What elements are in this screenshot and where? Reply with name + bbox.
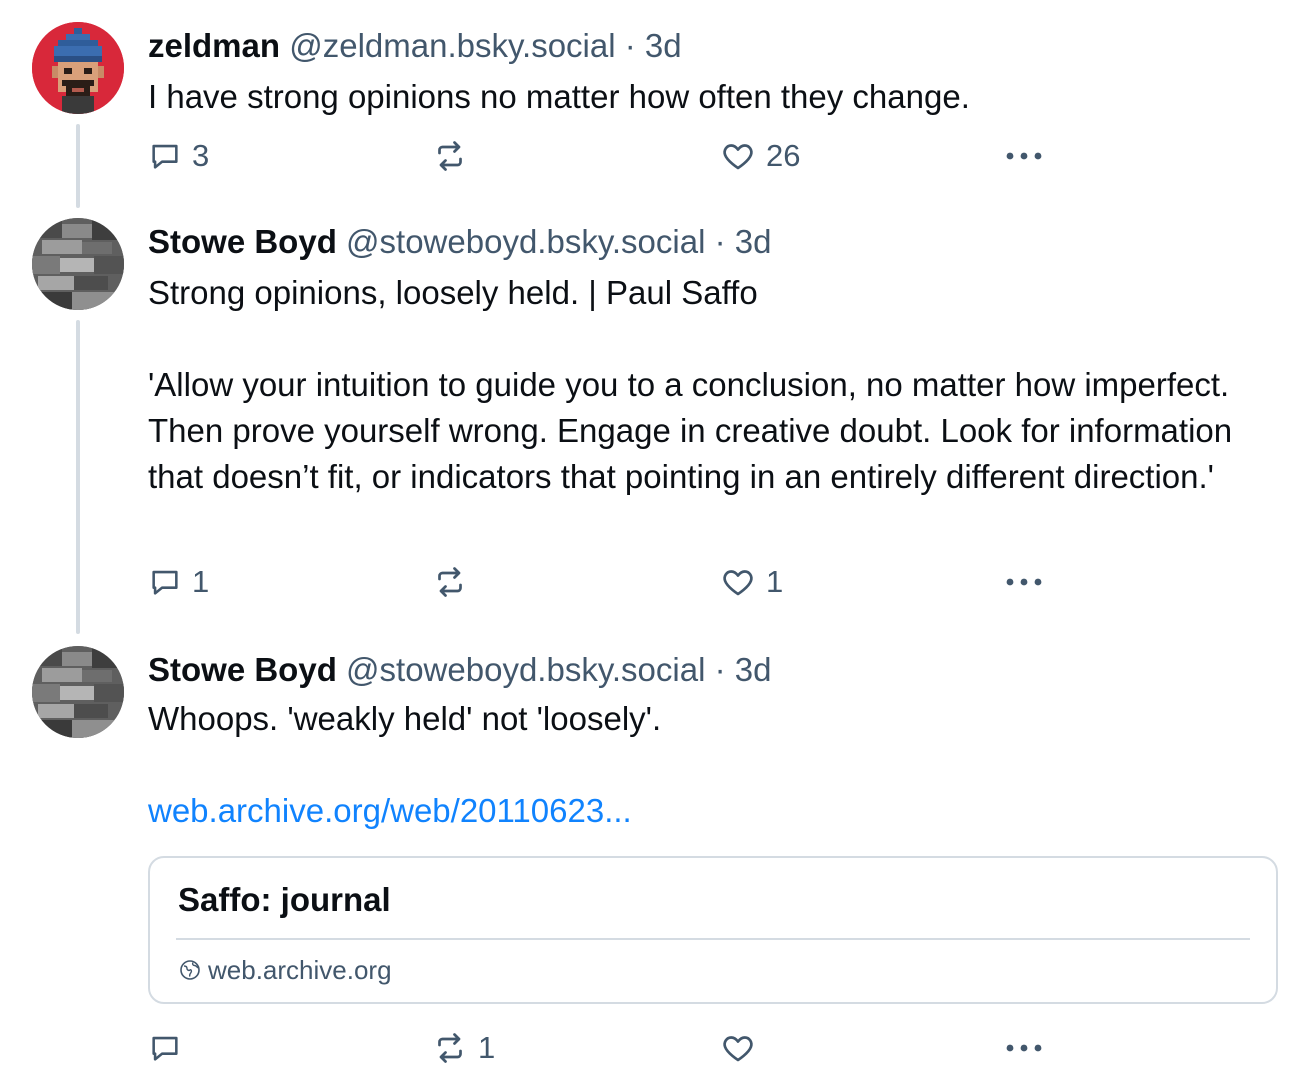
thread-line (76, 124, 80, 208)
more-options-icon (1006, 1044, 1042, 1052)
card-divider (176, 938, 1250, 940)
thread-line (76, 320, 80, 634)
post-header: Stowe Boyd @stoweboyd.bsky.social · 3d (148, 222, 771, 262)
more-options-button[interactable] (1004, 136, 1044, 176)
post-paragraph: Whoops. 'weakly held' not 'loosely'. (148, 700, 662, 737)
card-domain-row: web.archive.org (178, 954, 392, 986)
grayscale-abstract-avatar-icon (32, 218, 124, 310)
like-button[interactable] (720, 1028, 766, 1068)
heart-icon (723, 144, 753, 170)
card-title: Saffo: journal (178, 881, 391, 918)
heart-icon (723, 1036, 753, 1062)
repost-icon (438, 141, 462, 171)
author-name[interactable]: Stowe Boyd (148, 223, 337, 260)
card-domain: web.archive.org (208, 955, 392, 985)
like-button[interactable]: 1 (720, 562, 783, 602)
timestamp[interactable]: 3d (645, 27, 682, 64)
repost-button[interactable]: 1 (432, 1028, 495, 1068)
post-actions: 3 26 (148, 136, 1148, 176)
author-handle[interactable]: @stoweboyd.bsky.social (346, 223, 705, 260)
author-name[interactable]: zeldman (148, 27, 280, 64)
post-paragraph: I have strong opinions no matter how oft… (148, 78, 970, 115)
repost-count: 1 (478, 1030, 496, 1065)
separator: · (714, 223, 726, 260)
globe-icon (180, 960, 200, 980)
more-options-icon (1006, 152, 1042, 160)
reply-icon (152, 144, 178, 169)
post-actions: 1 1 (148, 562, 1148, 602)
more-options-icon (1006, 578, 1042, 586)
post-text: Strong opinions, loosely held. | Paul Sa… (148, 270, 1278, 500)
post-header: zeldman @zeldman.bsky.social · 3d (148, 26, 682, 66)
reply-button[interactable] (148, 1028, 192, 1068)
reply-button[interactable]: 3 (148, 136, 209, 176)
repost-icon (438, 1033, 462, 1063)
repost-button[interactable] (432, 136, 478, 176)
separator: · (624, 27, 636, 64)
reply-count: 3 (192, 138, 210, 173)
author-handle[interactable]: @zeldman.bsky.social (289, 27, 615, 64)
post-text: I have strong opinions no matter how oft… (148, 74, 1278, 120)
more-options-button[interactable] (1004, 1028, 1044, 1068)
like-button[interactable]: 26 (720, 136, 800, 176)
post-paragraph: 'Allow your intuition to guide you to a … (148, 366, 1233, 495)
post-text: Whoops. 'weakly held' not 'loosely'. (148, 696, 1278, 742)
reply-count: 1 (192, 564, 210, 599)
timestamp[interactable]: 3d (735, 651, 772, 688)
reply-icon (152, 1036, 178, 1061)
like-count: 26 (766, 138, 801, 173)
reply-button[interactable]: 1 (148, 562, 209, 602)
post-paragraph: Strong opinions, loosely held. | Paul Sa… (148, 274, 758, 311)
avatar-zeldman[interactable] (32, 22, 124, 114)
author-handle[interactable]: @stoweboyd.bsky.social (346, 651, 705, 688)
avatar-stoweboyd[interactable] (32, 646, 124, 738)
repost-icon (438, 567, 462, 597)
reply-icon (152, 570, 178, 595)
post-actions: 1 (148, 1028, 1148, 1068)
grayscale-abstract-avatar-icon (32, 646, 124, 738)
link-preview-card[interactable]: Saffo: journal web.archive.org (148, 856, 1278, 1004)
like-count: 1 (766, 564, 784, 599)
repost-button[interactable] (432, 562, 478, 602)
post-header: Stowe Boyd @stoweboyd.bsky.social · 3d (148, 650, 771, 690)
author-name[interactable]: Stowe Boyd (148, 651, 337, 688)
separator: · (714, 651, 726, 688)
post-link[interactable]: web.archive.org/web/20110623... (148, 788, 632, 834)
timestamp[interactable]: 3d (735, 223, 772, 260)
more-options-button[interactable] (1004, 562, 1044, 602)
avatar-stoweboyd[interactable] (32, 218, 124, 310)
heart-icon (723, 570, 753, 596)
pixel-avatar-icon (32, 22, 124, 114)
